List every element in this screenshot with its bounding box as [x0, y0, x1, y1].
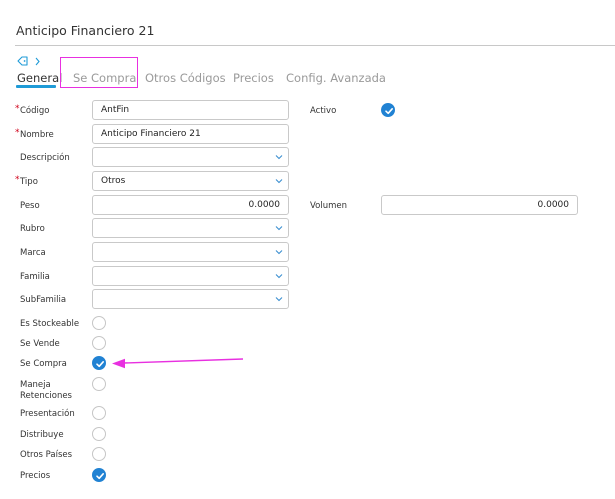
precios-label: Precios	[20, 471, 51, 481]
page-title: Anticipo Financiero 21	[16, 23, 155, 38]
activo-label: Activo	[310, 106, 337, 116]
chevron-right-icon	[35, 57, 40, 66]
maneja-retenciones-label-line2: Retenciones	[20, 391, 72, 401]
codigo-value: AntFin	[101, 105, 130, 115]
otros-paises-checkbox[interactable]	[92, 447, 106, 461]
chevron-down-icon	[275, 155, 283, 160]
codigo-label: Código	[20, 106, 50, 116]
peso-field[interactable]: 0.0000	[92, 195, 289, 215]
required-marker: *	[15, 104, 20, 114]
chevron-down-icon	[275, 250, 283, 255]
descripcion-label: Descripción	[20, 153, 70, 163]
marca-label: Marca	[20, 248, 46, 258]
subfamilia-select[interactable]	[92, 289, 289, 309]
nombre-label: Nombre	[20, 130, 54, 140]
otros-paises-label: Otros Países	[20, 450, 73, 460]
tipo-select[interactable]: Otros	[92, 171, 289, 191]
check-icon	[385, 108, 393, 115]
tab-general[interactable]: General	[17, 71, 62, 85]
tab-otros-codigos[interactable]: Otros Códigos	[145, 71, 226, 85]
es-stockeable-checkbox[interactable]	[92, 316, 106, 330]
presentacion-checkbox[interactable]	[92, 406, 106, 420]
precios-checkbox[interactable]	[92, 468, 106, 482]
breadcrumb	[17, 55, 40, 67]
rubro-label: Rubro	[20, 224, 45, 234]
chevron-down-icon	[275, 297, 283, 302]
tab-config-avanzada[interactable]: Config. Avanzada	[286, 71, 386, 85]
peso-value: 0.0000	[248, 200, 281, 210]
chevron-down-icon	[275, 274, 283, 279]
annotation-highlight-box	[60, 57, 138, 88]
required-marker: *	[15, 175, 20, 185]
codigo-field[interactable]: AntFin	[92, 100, 289, 120]
distribuye-label: Distribuye	[20, 430, 64, 440]
rubro-select[interactable]	[92, 218, 289, 238]
marca-select[interactable]	[92, 242, 289, 262]
tag-icon[interactable]	[17, 56, 29, 66]
chevron-down-icon	[275, 179, 283, 184]
nombre-field[interactable]: Anticipo Financiero 21	[92, 124, 289, 144]
se-vende-checkbox[interactable]	[92, 336, 106, 350]
presentacion-label: Presentación	[20, 409, 75, 419]
chevron-down-icon	[275, 226, 283, 231]
active-tab-indicator	[16, 85, 56, 88]
maneja-retenciones-label-line1: Maneja	[20, 380, 51, 390]
distribuye-checkbox[interactable]	[92, 427, 106, 441]
peso-label: Peso	[20, 201, 40, 211]
tipo-value: Otros	[101, 176, 126, 186]
descripcion-select[interactable]	[92, 147, 289, 167]
se-compra-label: Se Compra	[20, 359, 67, 369]
familia-select[interactable]	[92, 266, 289, 286]
check-icon	[96, 473, 104, 480]
volumen-value: 0.0000	[537, 200, 570, 210]
activo-checkbox[interactable]	[381, 103, 395, 117]
subfamilia-label: SubFamilia	[20, 295, 67, 305]
volumen-field[interactable]: 0.0000	[381, 195, 578, 215]
check-icon	[96, 361, 104, 368]
tab-precios[interactable]: Precios	[233, 71, 274, 85]
nombre-value: Anticipo Financiero 21	[101, 129, 201, 139]
es-stockeable-label: Es Stockeable	[20, 319, 80, 329]
tipo-label: Tipo	[20, 177, 38, 187]
familia-label: Familia	[20, 272, 50, 282]
title-divider	[15, 45, 615, 46]
se-compra-checkbox[interactable]	[92, 356, 106, 370]
volumen-label: Volumen	[310, 201, 348, 211]
se-vende-label: Se Vende	[20, 339, 60, 349]
maneja-retenciones-checkbox[interactable]	[92, 377, 106, 391]
required-marker: *	[15, 128, 20, 138]
